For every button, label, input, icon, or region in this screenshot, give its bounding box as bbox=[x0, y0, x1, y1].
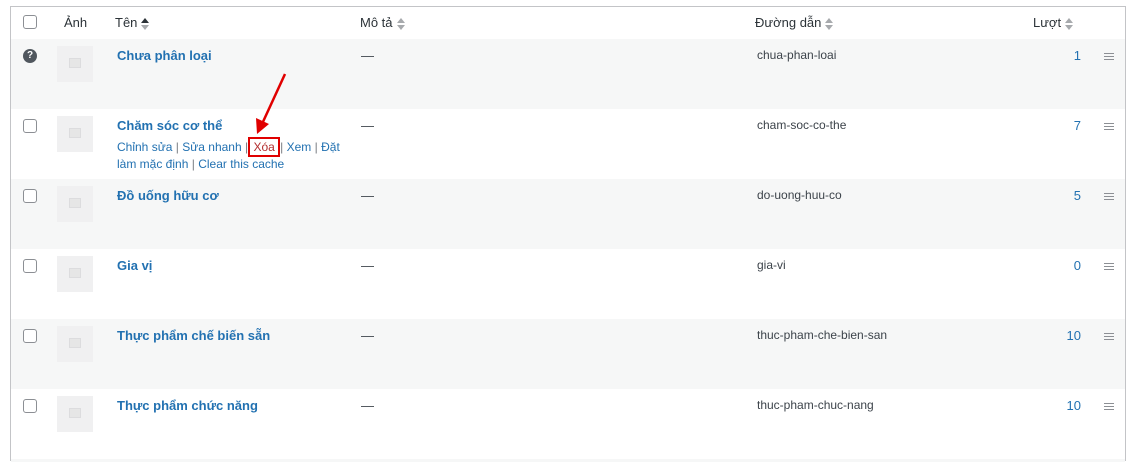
image-placeholder-icon bbox=[57, 186, 93, 222]
row-checkbox[interactable] bbox=[23, 399, 37, 413]
edit-link[interactable]: Chỉnh sửa bbox=[117, 140, 172, 154]
category-slug: chua-phan-loai bbox=[757, 48, 837, 62]
column-name[interactable]: Tên bbox=[115, 15, 150, 30]
category-description: — bbox=[361, 328, 374, 343]
column-count-label: Lượt bbox=[1033, 15, 1062, 30]
table-row: Gia vị — gia-vi 0 bbox=[11, 249, 1125, 319]
row-checkbox[interactable] bbox=[23, 329, 37, 343]
category-name-link[interactable]: Chăm sóc cơ thể bbox=[117, 118, 222, 133]
separator: | bbox=[314, 140, 318, 154]
drag-handle-icon[interactable] bbox=[1104, 53, 1114, 60]
category-count-link[interactable]: 7 bbox=[1041, 118, 1081, 133]
separator: | bbox=[191, 157, 195, 171]
category-description: — bbox=[361, 188, 374, 203]
category-count-link[interactable]: 1 bbox=[1041, 48, 1081, 63]
quick-edit-link[interactable]: Sửa nhanh bbox=[182, 140, 241, 154]
table-row: Thực phẩm chế biến sẵn — thuc-pham-che-b… bbox=[11, 319, 1125, 389]
image-placeholder-icon bbox=[57, 256, 93, 292]
drag-handle-icon[interactable] bbox=[1104, 123, 1114, 130]
drag-handle-icon[interactable] bbox=[1104, 263, 1114, 270]
sort-icon bbox=[1065, 17, 1074, 30]
column-slug[interactable]: Đường dẫn bbox=[755, 15, 834, 30]
select-all-checkbox[interactable] bbox=[23, 15, 37, 29]
row-actions: Chỉnh sửa | Sửa nhanh | Xóa | Xem | Đặt … bbox=[117, 137, 357, 173]
category-count-link[interactable]: 5 bbox=[1041, 188, 1081, 203]
sort-icon bbox=[825, 17, 834, 30]
category-description: — bbox=[361, 398, 374, 413]
category-slug: gia-vi bbox=[757, 258, 786, 272]
sort-icon bbox=[141, 17, 150, 30]
column-name-label: Tên bbox=[115, 15, 138, 30]
column-description[interactable]: Mô tả bbox=[360, 15, 405, 30]
view-link[interactable]: Xem bbox=[287, 140, 312, 154]
image-placeholder-icon bbox=[57, 116, 93, 152]
table-row: Chăm sóc cơ thể Chỉnh sửa | Sửa nhanh | … bbox=[11, 109, 1125, 179]
column-image: Ảnh bbox=[64, 15, 88, 30]
column-slug-label: Đường dẫn bbox=[755, 15, 822, 30]
drag-handle-icon[interactable] bbox=[1104, 333, 1114, 340]
category-count-link[interactable]: 10 bbox=[1041, 398, 1081, 413]
row-checkbox[interactable] bbox=[23, 189, 37, 203]
category-description: — bbox=[361, 258, 374, 273]
image-placeholder-icon bbox=[57, 396, 93, 432]
question-circle-icon[interactable]: ? bbox=[23, 49, 37, 63]
category-description: — bbox=[361, 48, 374, 63]
delete-link[interactable]: Xóa bbox=[248, 137, 280, 157]
column-count[interactable]: Lượt bbox=[1033, 15, 1074, 30]
separator: | bbox=[175, 140, 179, 154]
category-name-link[interactable]: Thực phẩm chức năng bbox=[117, 398, 258, 413]
clear-cache-link[interactable]: Clear this cache bbox=[198, 157, 284, 171]
category-slug: thuc-pham-che-bien-san bbox=[757, 328, 888, 342]
table-header: Ảnh Tên Mô tả Đường dẫn Lượt bbox=[11, 7, 1125, 40]
table-row: Đồ uống hữu cơ — do-uong-huu-co 5 bbox=[11, 179, 1125, 249]
categories-table: Ảnh Tên Mô tả Đường dẫn Lượt ? Chưa phân… bbox=[10, 6, 1126, 462]
column-description-label: Mô tả bbox=[360, 15, 393, 30]
sort-icon bbox=[396, 17, 405, 30]
category-slug: thuc-pham-chuc-nang bbox=[757, 398, 874, 412]
table-row: ? Chưa phân loại — chua-phan-loai 1 bbox=[11, 39, 1125, 109]
category-slug: cham-soc-co-the bbox=[757, 118, 847, 132]
category-count-link[interactable]: 10 bbox=[1041, 328, 1081, 343]
separator: | bbox=[280, 140, 284, 154]
table-row: Thực phẩm chức năng — thuc-pham-chuc-nan… bbox=[11, 389, 1125, 459]
category-name-link[interactable]: Thực phẩm chế biến sẵn bbox=[117, 328, 270, 343]
category-description: — bbox=[361, 118, 374, 133]
image-placeholder-icon bbox=[57, 46, 93, 82]
row-checkbox[interactable] bbox=[23, 259, 37, 273]
row-checkbox[interactable] bbox=[23, 119, 37, 133]
category-name-link[interactable]: Chưa phân loại bbox=[117, 48, 212, 63]
category-name-link[interactable]: Gia vị bbox=[117, 258, 152, 273]
drag-handle-icon[interactable] bbox=[1104, 403, 1114, 410]
drag-handle-icon[interactable] bbox=[1104, 193, 1114, 200]
category-slug: do-uong-huu-co bbox=[757, 188, 842, 202]
category-count-link[interactable]: 0 bbox=[1041, 258, 1081, 273]
category-name-link[interactable]: Đồ uống hữu cơ bbox=[117, 188, 219, 203]
separator: | bbox=[244, 140, 249, 154]
image-placeholder-icon bbox=[57, 326, 93, 362]
